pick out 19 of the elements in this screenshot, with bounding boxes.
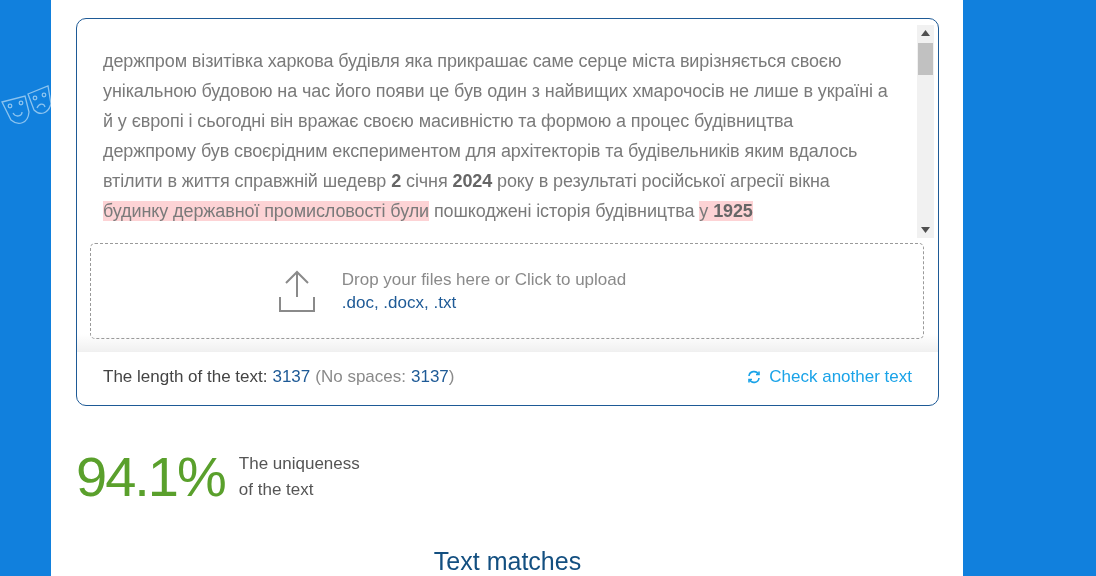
file-drop-zone[interactable]: Drop your files here or Click to upload .doc, .docx, .txt: [90, 243, 924, 340]
scrollbar[interactable]: [917, 25, 934, 239]
scroll-up-icon[interactable]: [921, 30, 930, 36]
no-spaces-value: 3137: [411, 366, 449, 387]
section-title: Text matches: [432, 547, 583, 576]
refresh-icon: [747, 369, 762, 384]
file-formats: .doc, .docx, .txt: [341, 292, 458, 315]
closing-parenthesis: ): [448, 366, 455, 387]
uniqueness-percent: 94.1%: [76, 444, 225, 509]
scroll-down-icon[interactable]: [921, 227, 930, 234]
upload-prompt: Drop your files here or Click to upload: [341, 269, 627, 292]
scrollbar-thumb[interactable]: [918, 43, 933, 75]
length-value: 3137: [272, 366, 311, 387]
uniqueness-caption: of the text: [238, 478, 315, 501]
no-spaces-label: (No spaces:: [315, 366, 406, 387]
uniqueness-caption: The uniqueness: [238, 452, 360, 475]
text-input-field[interactable]: держпром візитівка харкова будівля яка прикрашає саме серце міста вирізняється своєю унікальною будовою на час його появи це був один з найвищих хмарочосів не лише в україні а й у європі і сьогодні він вражає своєю масивністю та формою а процес будівництва держпрому був своєрідним експериментом для архітекторів та будівельників яким вдалось втілити в життя справжній шедевр 2 січня 2024 року в результаті російської агресії вікна будинку державної промисловості були пошкоджені історія будівництва у 1925: [103, 25, 917, 239]
upload-icon: [277, 269, 316, 314]
length-label: The length of the text:: [103, 366, 268, 387]
